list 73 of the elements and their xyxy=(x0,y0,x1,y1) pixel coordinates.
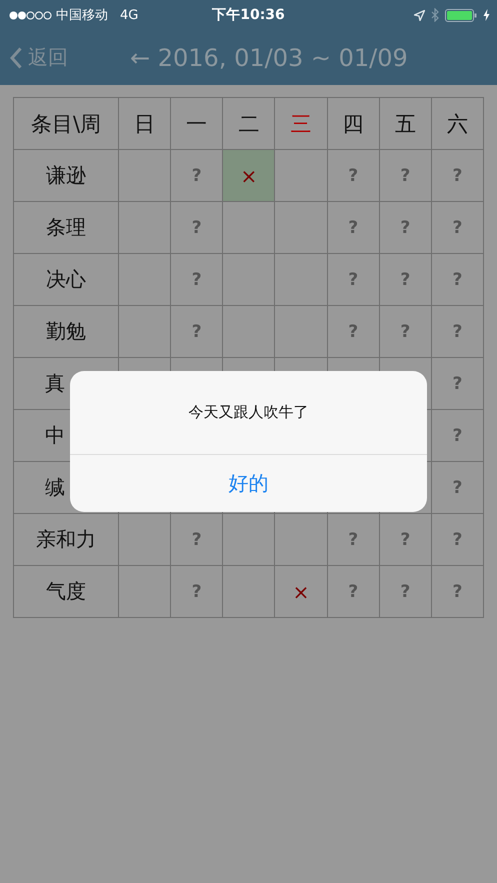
row-label: 缄 xyxy=(45,474,65,501)
table-cell[interactable]: ? xyxy=(379,254,432,306)
table-cell[interactable]: ? xyxy=(379,566,432,618)
table-cell[interactable] xyxy=(118,514,171,566)
ok-button[interactable]: 好的 xyxy=(70,455,427,512)
table-cell[interactable]: ? xyxy=(431,410,484,462)
table-cell[interactable]: ? xyxy=(431,358,484,410)
back-button[interactable]: 返回 xyxy=(10,44,68,71)
table-cell[interactable]: ? xyxy=(431,254,484,306)
table-cell[interactable]: ? xyxy=(327,566,380,618)
row-label: 真 xyxy=(45,370,65,397)
table-cell[interactable]: ? xyxy=(170,566,223,618)
row-label: 中 xyxy=(45,422,65,449)
table-cell[interactable]: ? xyxy=(379,514,432,566)
table-cell[interactable] xyxy=(118,202,171,254)
location-icon xyxy=(414,10,425,20)
week-title[interactable]: ← 2016, 01/03 ~ 01/09 xyxy=(130,44,408,72)
signal-icon xyxy=(9,10,52,20)
column-header: 条目\周 xyxy=(14,98,118,150)
table-cell[interactable]: ? xyxy=(379,150,432,202)
table-cell[interactable]: ? xyxy=(170,254,223,306)
table-cell[interactable] xyxy=(274,254,328,306)
row-label: 勤勉 xyxy=(14,306,118,358)
table-cell[interactable] xyxy=(118,150,171,202)
row-label: 气度 xyxy=(14,566,118,618)
table-cell[interactable]: ? xyxy=(327,254,380,306)
carrier-name: 中国移动 xyxy=(56,7,108,24)
table-cell[interactable]: ? xyxy=(431,566,484,618)
column-header: 三 xyxy=(274,98,328,150)
table-cell[interactable]: ? xyxy=(327,514,380,566)
status-time: 下午10:36 xyxy=(212,6,285,24)
column-header: 五 xyxy=(379,98,432,150)
table-cell[interactable] xyxy=(222,306,275,358)
column-header: 日 xyxy=(118,98,171,150)
table-cell[interactable]: ? xyxy=(431,514,484,566)
table-cell[interactable]: ? xyxy=(431,306,484,358)
column-header: 一 xyxy=(170,98,223,150)
table-cell[interactable] xyxy=(118,254,171,306)
table-cell[interactable] xyxy=(222,514,275,566)
row-label: 条理 xyxy=(14,202,118,254)
table-cell[interactable]: × xyxy=(222,150,275,202)
network-type: 4G xyxy=(120,8,138,22)
battery-icon xyxy=(445,8,477,22)
table-cell[interactable]: ? xyxy=(327,202,380,254)
row-label: 亲和力 xyxy=(14,514,118,566)
column-header: 四 xyxy=(327,98,380,150)
bluetooth-icon xyxy=(431,8,439,22)
table-cell[interactable] xyxy=(222,566,275,618)
column-header: 六 xyxy=(431,98,484,150)
table-cell[interactable]: ? xyxy=(327,306,380,358)
table-cell[interactable]: × xyxy=(274,566,328,618)
table-cell[interactable]: ? xyxy=(170,514,223,566)
table-cell[interactable]: ? xyxy=(431,462,484,514)
table-cell[interactable] xyxy=(274,150,328,202)
table-cell[interactable]: ? xyxy=(379,202,432,254)
table-cell[interactable] xyxy=(222,254,275,306)
alert-message: 今天又跟人吹牛了 xyxy=(70,371,427,455)
table-cell[interactable]: ? xyxy=(431,202,484,254)
table-cell[interactable]: ? xyxy=(327,150,380,202)
table-cell[interactable] xyxy=(274,514,328,566)
table-cell[interactable]: ? xyxy=(379,306,432,358)
table-cell[interactable]: ? xyxy=(170,306,223,358)
table-cell[interactable] xyxy=(118,566,171,618)
charging-icon xyxy=(483,9,490,21)
table-cell[interactable]: ? xyxy=(170,202,223,254)
row-label: 决心 xyxy=(14,254,118,306)
table-cell[interactable] xyxy=(274,202,328,254)
row-label: 谦逊 xyxy=(14,150,118,202)
table-cell[interactable] xyxy=(118,306,171,358)
chevron-left-icon xyxy=(10,46,22,68)
table-cell[interactable] xyxy=(274,306,328,358)
table-cell[interactable] xyxy=(222,202,275,254)
table-cell[interactable]: ? xyxy=(431,150,484,202)
